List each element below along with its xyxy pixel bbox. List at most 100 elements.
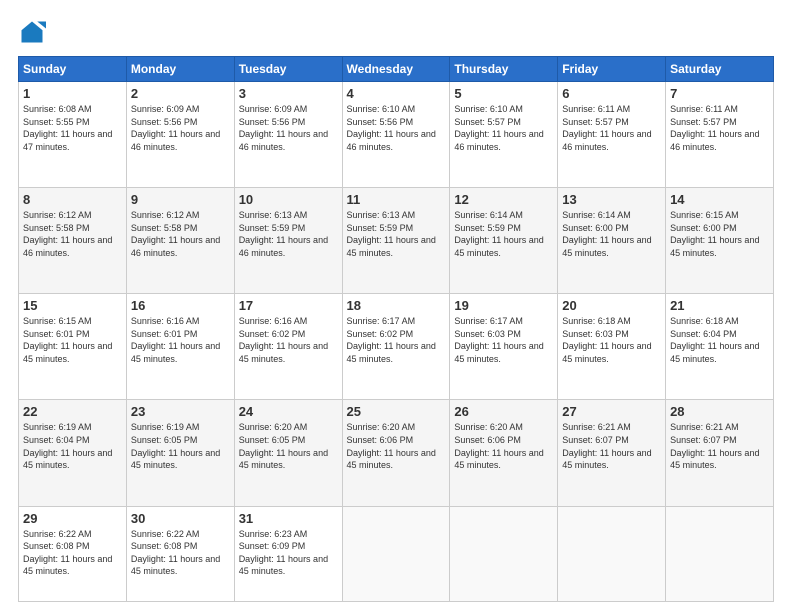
day-number: 16	[131, 298, 230, 313]
day-info: Sunrise: 6:20 AM Sunset: 6:05 PM Dayligh…	[239, 421, 338, 471]
day-number: 18	[347, 298, 446, 313]
calendar-week-row-3: 15 Sunrise: 6:15 AM Sunset: 6:01 PM Dayl…	[19, 294, 774, 400]
day-info: Sunrise: 6:18 AM Sunset: 6:03 PM Dayligh…	[562, 315, 661, 365]
calendar-cell: 3 Sunrise: 6:09 AM Sunset: 5:56 PM Dayli…	[234, 82, 342, 188]
calendar-cell: 8 Sunrise: 6:12 AM Sunset: 5:58 PM Dayli…	[19, 188, 127, 294]
weekday-header-friday: Friday	[558, 57, 666, 82]
day-info: Sunrise: 6:22 AM Sunset: 6:08 PM Dayligh…	[23, 528, 122, 578]
calendar-cell: 26 Sunrise: 6:20 AM Sunset: 6:06 PM Dayl…	[450, 400, 558, 506]
calendar-cell	[342, 506, 450, 601]
calendar-cell: 19 Sunrise: 6:17 AM Sunset: 6:03 PM Dayl…	[450, 294, 558, 400]
calendar-cell: 15 Sunrise: 6:15 AM Sunset: 6:01 PM Dayl…	[19, 294, 127, 400]
day-number: 20	[562, 298, 661, 313]
day-number: 12	[454, 192, 553, 207]
day-number: 9	[131, 192, 230, 207]
header	[18, 18, 774, 46]
calendar-cell: 1 Sunrise: 6:08 AM Sunset: 5:55 PM Dayli…	[19, 82, 127, 188]
day-number: 27	[562, 404, 661, 419]
day-number: 17	[239, 298, 338, 313]
day-info: Sunrise: 6:13 AM Sunset: 5:59 PM Dayligh…	[347, 209, 446, 259]
day-number: 5	[454, 86, 553, 101]
weekday-header-tuesday: Tuesday	[234, 57, 342, 82]
day-info: Sunrise: 6:12 AM Sunset: 5:58 PM Dayligh…	[23, 209, 122, 259]
day-number: 30	[131, 511, 230, 526]
day-info: Sunrise: 6:17 AM Sunset: 6:02 PM Dayligh…	[347, 315, 446, 365]
day-info: Sunrise: 6:17 AM Sunset: 6:03 PM Dayligh…	[454, 315, 553, 365]
calendar-cell: 28 Sunrise: 6:21 AM Sunset: 6:07 PM Dayl…	[666, 400, 774, 506]
calendar-cell: 23 Sunrise: 6:19 AM Sunset: 6:05 PM Dayl…	[126, 400, 234, 506]
day-number: 4	[347, 86, 446, 101]
calendar-cell: 6 Sunrise: 6:11 AM Sunset: 5:57 PM Dayli…	[558, 82, 666, 188]
calendar-cell: 11 Sunrise: 6:13 AM Sunset: 5:59 PM Dayl…	[342, 188, 450, 294]
day-info: Sunrise: 6:21 AM Sunset: 6:07 PM Dayligh…	[670, 421, 769, 471]
day-info: Sunrise: 6:21 AM Sunset: 6:07 PM Dayligh…	[562, 421, 661, 471]
calendar-cell: 4 Sunrise: 6:10 AM Sunset: 5:56 PM Dayli…	[342, 82, 450, 188]
day-number: 13	[562, 192, 661, 207]
day-info: Sunrise: 6:11 AM Sunset: 5:57 PM Dayligh…	[670, 103, 769, 153]
day-number: 11	[347, 192, 446, 207]
calendar-cell: 2 Sunrise: 6:09 AM Sunset: 5:56 PM Dayli…	[126, 82, 234, 188]
day-info: Sunrise: 6:23 AM Sunset: 6:09 PM Dayligh…	[239, 528, 338, 578]
day-number: 29	[23, 511, 122, 526]
day-info: Sunrise: 6:16 AM Sunset: 6:02 PM Dayligh…	[239, 315, 338, 365]
day-number: 6	[562, 86, 661, 101]
calendar-week-row-2: 8 Sunrise: 6:12 AM Sunset: 5:58 PM Dayli…	[19, 188, 774, 294]
weekday-header-sunday: Sunday	[19, 57, 127, 82]
weekday-header-thursday: Thursday	[450, 57, 558, 82]
day-info: Sunrise: 6:10 AM Sunset: 5:56 PM Dayligh…	[347, 103, 446, 153]
calendar-cell: 9 Sunrise: 6:12 AM Sunset: 5:58 PM Dayli…	[126, 188, 234, 294]
calendar-cell	[450, 506, 558, 601]
calendar-cell: 12 Sunrise: 6:14 AM Sunset: 5:59 PM Dayl…	[450, 188, 558, 294]
day-number: 24	[239, 404, 338, 419]
day-number: 25	[347, 404, 446, 419]
day-number: 22	[23, 404, 122, 419]
calendar-cell: 21 Sunrise: 6:18 AM Sunset: 6:04 PM Dayl…	[666, 294, 774, 400]
day-info: Sunrise: 6:18 AM Sunset: 6:04 PM Dayligh…	[670, 315, 769, 365]
day-number: 8	[23, 192, 122, 207]
logo	[18, 18, 50, 46]
day-info: Sunrise: 6:09 AM Sunset: 5:56 PM Dayligh…	[239, 103, 338, 153]
calendar-week-row-5: 29 Sunrise: 6:22 AM Sunset: 6:08 PM Dayl…	[19, 506, 774, 601]
calendar-cell: 30 Sunrise: 6:22 AM Sunset: 6:08 PM Dayl…	[126, 506, 234, 601]
day-info: Sunrise: 6:13 AM Sunset: 5:59 PM Dayligh…	[239, 209, 338, 259]
calendar-week-row-1: 1 Sunrise: 6:08 AM Sunset: 5:55 PM Dayli…	[19, 82, 774, 188]
day-number: 3	[239, 86, 338, 101]
logo-icon	[18, 18, 46, 46]
day-info: Sunrise: 6:15 AM Sunset: 6:00 PM Dayligh…	[670, 209, 769, 259]
calendar-cell: 13 Sunrise: 6:14 AM Sunset: 6:00 PM Dayl…	[558, 188, 666, 294]
day-number: 1	[23, 86, 122, 101]
day-number: 23	[131, 404, 230, 419]
calendar-cell: 14 Sunrise: 6:15 AM Sunset: 6:00 PM Dayl…	[666, 188, 774, 294]
weekday-header-saturday: Saturday	[666, 57, 774, 82]
calendar-cell: 20 Sunrise: 6:18 AM Sunset: 6:03 PM Dayl…	[558, 294, 666, 400]
calendar-cell: 5 Sunrise: 6:10 AM Sunset: 5:57 PM Dayli…	[450, 82, 558, 188]
calendar-cell: 31 Sunrise: 6:23 AM Sunset: 6:09 PM Dayl…	[234, 506, 342, 601]
calendar-cell	[666, 506, 774, 601]
day-number: 31	[239, 511, 338, 526]
day-number: 21	[670, 298, 769, 313]
calendar-cell: 17 Sunrise: 6:16 AM Sunset: 6:02 PM Dayl…	[234, 294, 342, 400]
day-number: 26	[454, 404, 553, 419]
day-info: Sunrise: 6:12 AM Sunset: 5:58 PM Dayligh…	[131, 209, 230, 259]
calendar-cell: 22 Sunrise: 6:19 AM Sunset: 6:04 PM Dayl…	[19, 400, 127, 506]
calendar-cell: 18 Sunrise: 6:17 AM Sunset: 6:02 PM Dayl…	[342, 294, 450, 400]
day-info: Sunrise: 6:19 AM Sunset: 6:04 PM Dayligh…	[23, 421, 122, 471]
calendar-cell: 16 Sunrise: 6:16 AM Sunset: 6:01 PM Dayl…	[126, 294, 234, 400]
day-info: Sunrise: 6:11 AM Sunset: 5:57 PM Dayligh…	[562, 103, 661, 153]
day-info: Sunrise: 6:14 AM Sunset: 6:00 PM Dayligh…	[562, 209, 661, 259]
calendar-cell: 25 Sunrise: 6:20 AM Sunset: 6:06 PM Dayl…	[342, 400, 450, 506]
day-info: Sunrise: 6:09 AM Sunset: 5:56 PM Dayligh…	[131, 103, 230, 153]
day-info: Sunrise: 6:19 AM Sunset: 6:05 PM Dayligh…	[131, 421, 230, 471]
day-info: Sunrise: 6:14 AM Sunset: 5:59 PM Dayligh…	[454, 209, 553, 259]
calendar-cell: 27 Sunrise: 6:21 AM Sunset: 6:07 PM Dayl…	[558, 400, 666, 506]
day-number: 2	[131, 86, 230, 101]
day-info: Sunrise: 6:20 AM Sunset: 6:06 PM Dayligh…	[347, 421, 446, 471]
day-number: 7	[670, 86, 769, 101]
day-info: Sunrise: 6:15 AM Sunset: 6:01 PM Dayligh…	[23, 315, 122, 365]
weekday-header-row: SundayMondayTuesdayWednesdayThursdayFrid…	[19, 57, 774, 82]
calendar-cell: 24 Sunrise: 6:20 AM Sunset: 6:05 PM Dayl…	[234, 400, 342, 506]
day-info: Sunrise: 6:20 AM Sunset: 6:06 PM Dayligh…	[454, 421, 553, 471]
calendar-cell: 29 Sunrise: 6:22 AM Sunset: 6:08 PM Dayl…	[19, 506, 127, 601]
day-number: 15	[23, 298, 122, 313]
weekday-header-wednesday: Wednesday	[342, 57, 450, 82]
